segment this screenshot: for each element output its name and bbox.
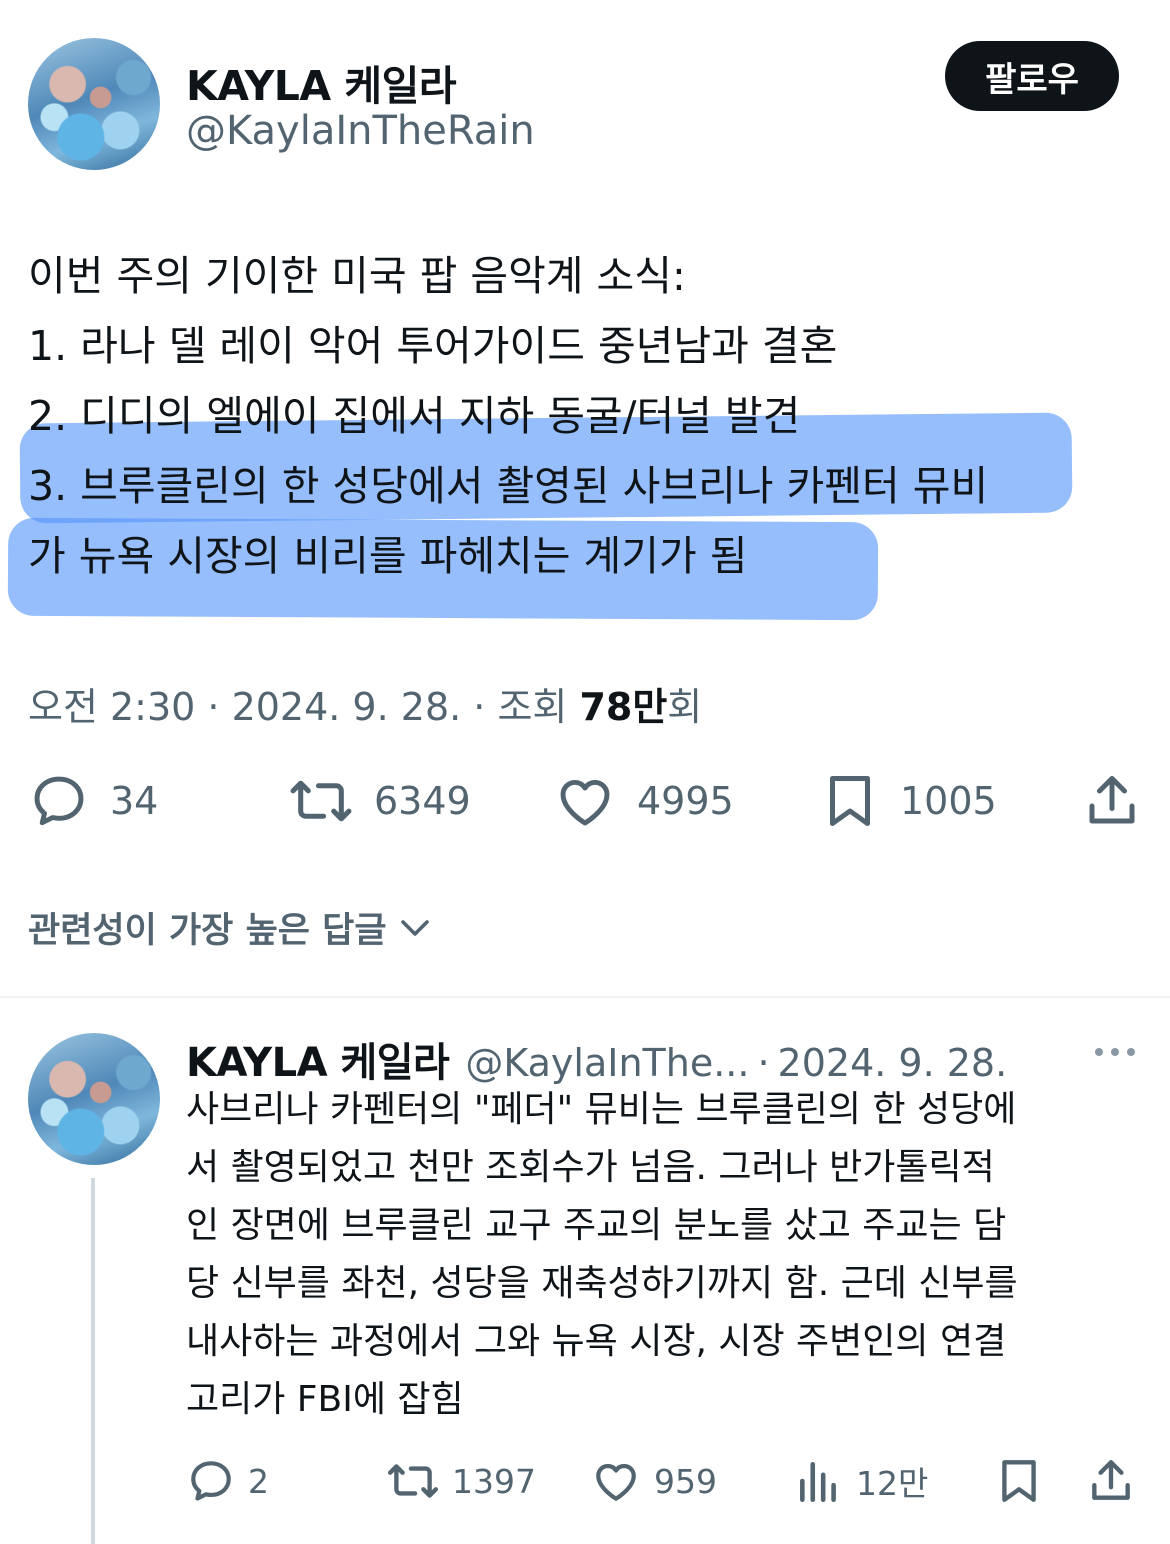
follow-button[interactable]: 팔로우 — [945, 41, 1119, 111]
repost-count: 6349 — [374, 779, 471, 823]
tweet-line: 가 뉴욕 시장의 비리를 파헤치는 계기가 됨 — [28, 532, 748, 580]
reply-author-display-name[interactable]: KAYLA 케일라 — [186, 1030, 450, 1088]
author-avatar[interactable] — [28, 38, 160, 170]
bookmark-count: 1005 — [900, 779, 997, 823]
reply-line: 당 신부를 좌천, 성당을 재축성하기까지 함. 근데 신부를 — [186, 1263, 1018, 1304]
bookmark-icon — [830, 776, 870, 826]
views-icon — [800, 1462, 836, 1503]
reply-line: 내사하는 과정에서 그와 뉴욕 시장, 시장 주변인의 연결 — [186, 1321, 1007, 1362]
tweet-line: 이번 주의 기이한 미국 팝 음악계 소식: — [28, 252, 686, 300]
like-icon — [596, 1463, 636, 1501]
more-icon[interactable] — [1092, 1042, 1138, 1062]
author-display-name[interactable]: KAYLA 케일라 — [186, 52, 457, 112]
tweet-line: 2. 디디의 엘에이 집에서 지하 동굴/터널 발견 — [28, 392, 801, 440]
like-icon — [560, 779, 610, 826]
reply-author-handle[interactable]: @KaylaInThe... — [465, 1041, 749, 1085]
bookmark-button[interactable]: 1005 — [820, 770, 997, 832]
tweet-meta: 오전 2:30 · 2024. 9. 28. · 조회 78만회 — [28, 676, 702, 731]
section-divider — [0, 996, 1170, 998]
share-icon — [1089, 776, 1135, 824]
repost-icon — [290, 780, 352, 822]
thread-connector-line — [91, 1178, 95, 1544]
reply-repost-count: 1397 — [452, 1461, 536, 1501]
reply-count: 34 — [110, 779, 159, 823]
repost-button[interactable]: 6349 — [288, 770, 471, 832]
reply-like-button[interactable]: 959 — [590, 1456, 717, 1506]
reply-view-count: 12만 — [856, 1464, 929, 1503]
reply-views-button[interactable]: 12만 — [794, 1456, 928, 1506]
reply-author-avatar[interactable] — [28, 1033, 160, 1165]
share-icon — [1092, 1460, 1130, 1500]
reply-reply-button[interactable]: 2 — [186, 1456, 269, 1506]
share-button[interactable] — [1082, 770, 1142, 832]
view-count: 78만 — [579, 685, 668, 729]
reply-button[interactable]: 34 — [28, 770, 158, 832]
reply-line: 서 촬영되었고 천만 조회수가 넘음. 그러나 반가톨릭적 — [186, 1147, 995, 1188]
reply-icon — [191, 1461, 231, 1501]
reply-share-button[interactable] — [1086, 1456, 1136, 1506]
view-suffix: 회 — [667, 685, 703, 729]
reply-separator: · — [757, 1041, 770, 1085]
reply-line: 고리가 FBI에 잡힘 — [186, 1379, 464, 1420]
reply-sort-dropdown[interactable]: 관련성이 가장 높은 답글 — [28, 902, 433, 953]
tweet-line: 3. 브루클린의 한 성당에서 촬영된 사브리나 카펜터 뮤비 — [28, 462, 989, 510]
reply-line: 인 장면에 브루클린 교구 주교의 분노를 샀고 주교는 담 — [186, 1205, 1007, 1246]
reply-repost-button[interactable]: 1397 — [386, 1456, 536, 1506]
reply-line: 사브리나 카펜터의 "페더" 뮤비는 브루클린의 한 성당에 — [186, 1089, 1017, 1130]
like-button[interactable]: 4995 — [553, 770, 734, 832]
reply-date[interactable]: 2024. 9. 28. — [778, 1041, 1008, 1085]
repost-icon — [387, 1464, 439, 1498]
chevron-down-icon — [400, 919, 429, 936]
reply-reply-count: 2 — [248, 1461, 269, 1501]
like-count: 4995 — [637, 779, 734, 823]
bookmark-icon — [1002, 1460, 1036, 1502]
reply-like-count: 959 — [654, 1461, 717, 1501]
reply-header: KAYLA 케일라 @KaylaInThe... · 2024. 9. 28. — [186, 1030, 1007, 1088]
tweet-line: 1. 라나 델 레이 악어 투어가이드 중년남과 결혼 — [28, 322, 838, 370]
reply-sort-label: 관련성이 가장 높은 답글 — [28, 911, 387, 951]
reply-icon — [34, 776, 84, 826]
tweet-timestamp[interactable]: 오전 2:30 · 2024. 9. 28. · 조회 — [28, 685, 579, 729]
author-handle[interactable]: @KaylaInTheRain — [186, 108, 535, 154]
reply-bookmark-button[interactable] — [994, 1456, 1044, 1506]
